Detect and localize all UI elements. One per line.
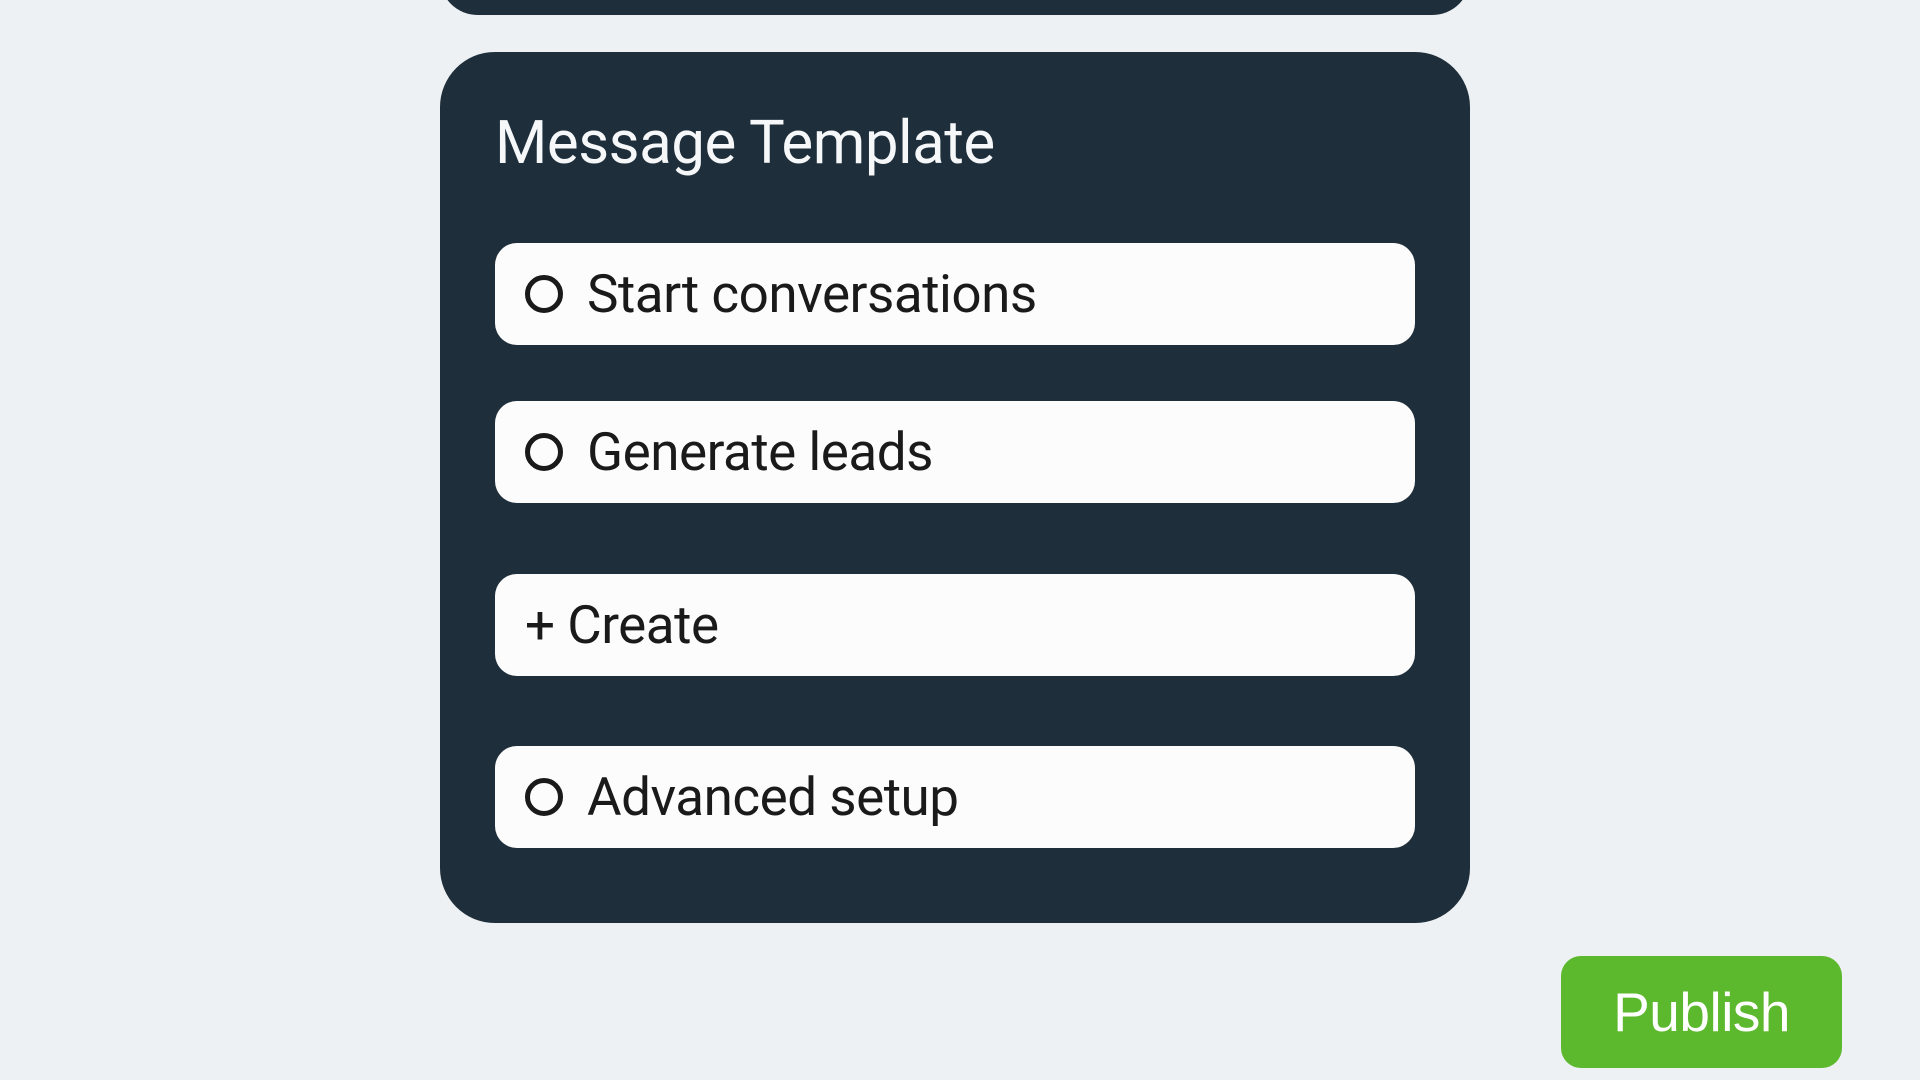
radio-icon bbox=[525, 433, 563, 471]
create-button[interactable]: + Create bbox=[495, 574, 1415, 676]
radio-icon bbox=[525, 275, 563, 313]
option-start-conversations[interactable]: Start conversations bbox=[495, 243, 1415, 345]
template-options: Start conversations Generate leads + Cre… bbox=[495, 243, 1415, 848]
card-title: Message Template bbox=[495, 107, 1415, 178]
radio-icon bbox=[525, 778, 563, 816]
previous-card-edge bbox=[440, 0, 1470, 15]
option-label: Start conversations bbox=[587, 263, 1037, 325]
option-label: Advanced setup bbox=[587, 766, 959, 828]
option-label: Generate leads bbox=[587, 421, 933, 483]
message-template-card: Message Template Start conversations Gen… bbox=[440, 52, 1470, 923]
option-generate-leads[interactable]: Generate leads bbox=[495, 401, 1415, 503]
publish-button[interactable]: Publish bbox=[1561, 956, 1842, 1068]
create-button-label: + Create bbox=[525, 594, 719, 656]
option-advanced-setup[interactable]: Advanced setup bbox=[495, 746, 1415, 848]
